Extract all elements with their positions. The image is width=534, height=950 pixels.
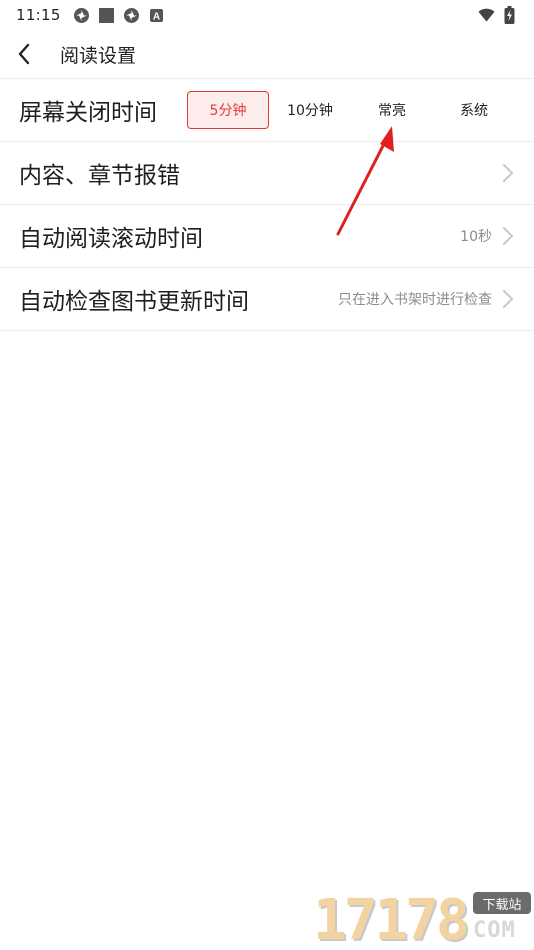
screen-off-label: 屏幕关闭时间 xyxy=(19,100,157,126)
watermark-logo: 17178 下载站 COM xyxy=(305,884,534,950)
auto-scroll-right: 10秒 xyxy=(460,225,516,247)
chevron-right-icon xyxy=(500,288,516,310)
option-5-minutes[interactable]: 5分钟 xyxy=(187,91,269,129)
setting-row-auto-scroll[interactable]: 自动阅读滚动时间 10秒 xyxy=(0,205,534,268)
keyboard-a-icon: A xyxy=(148,7,165,24)
status-time: 11:15 xyxy=(16,6,61,24)
screen: 11:15 A 阅读设置 屏幕关闭时间 5分钟 10分钟 常亮 系统 内容、章节… xyxy=(0,0,534,950)
square-icon xyxy=(98,7,115,24)
back-button[interactable] xyxy=(2,30,46,78)
sync-icon xyxy=(123,7,140,24)
report-error-right xyxy=(500,162,516,184)
chevron-right-icon xyxy=(500,225,516,247)
auto-check-value: 只在进入书架时进行检查 xyxy=(338,292,492,308)
app-header: 阅读设置 xyxy=(0,30,534,78)
wifi-icon xyxy=(478,7,495,24)
battery-charging-icon xyxy=(501,6,518,24)
keyboard-a-label: A xyxy=(153,11,160,22)
watermark-number: 17178 xyxy=(313,888,470,950)
sync-icon xyxy=(73,7,90,24)
report-error-label: 内容、章节报错 xyxy=(19,163,180,189)
back-arrow-icon xyxy=(18,43,30,65)
option-system[interactable]: 系统 xyxy=(433,91,515,129)
status-bar: 11:15 A xyxy=(0,0,534,30)
page-title: 阅读设置 xyxy=(60,44,137,67)
settings-list: 屏幕关闭时间 5分钟 10分钟 常亮 系统 内容、章节报错 自动阅读滚动时间 1… xyxy=(0,79,534,331)
auto-check-label: 自动检查图书更新时间 xyxy=(19,289,249,315)
watermark-badge: 下载站 xyxy=(473,892,531,914)
setting-row-auto-check[interactable]: 自动检查图书更新时间 只在进入书架时进行检查 xyxy=(0,268,534,331)
auto-scroll-value: 10秒 xyxy=(460,229,492,245)
watermark-com: COM xyxy=(473,918,516,943)
auto-scroll-label: 自动阅读滚动时间 xyxy=(19,226,203,252)
setting-row-screen-off: 屏幕关闭时间 5分钟 10分钟 常亮 系统 xyxy=(0,79,534,142)
status-icons-left: A xyxy=(73,7,165,24)
setting-row-report-error[interactable]: 内容、章节报错 xyxy=(0,142,534,205)
chevron-right-icon xyxy=(500,162,516,184)
auto-check-right: 只在进入书架时进行检查 xyxy=(338,288,516,310)
status-icons-right xyxy=(478,6,518,24)
annotation-arrow-icon xyxy=(336,126,394,236)
